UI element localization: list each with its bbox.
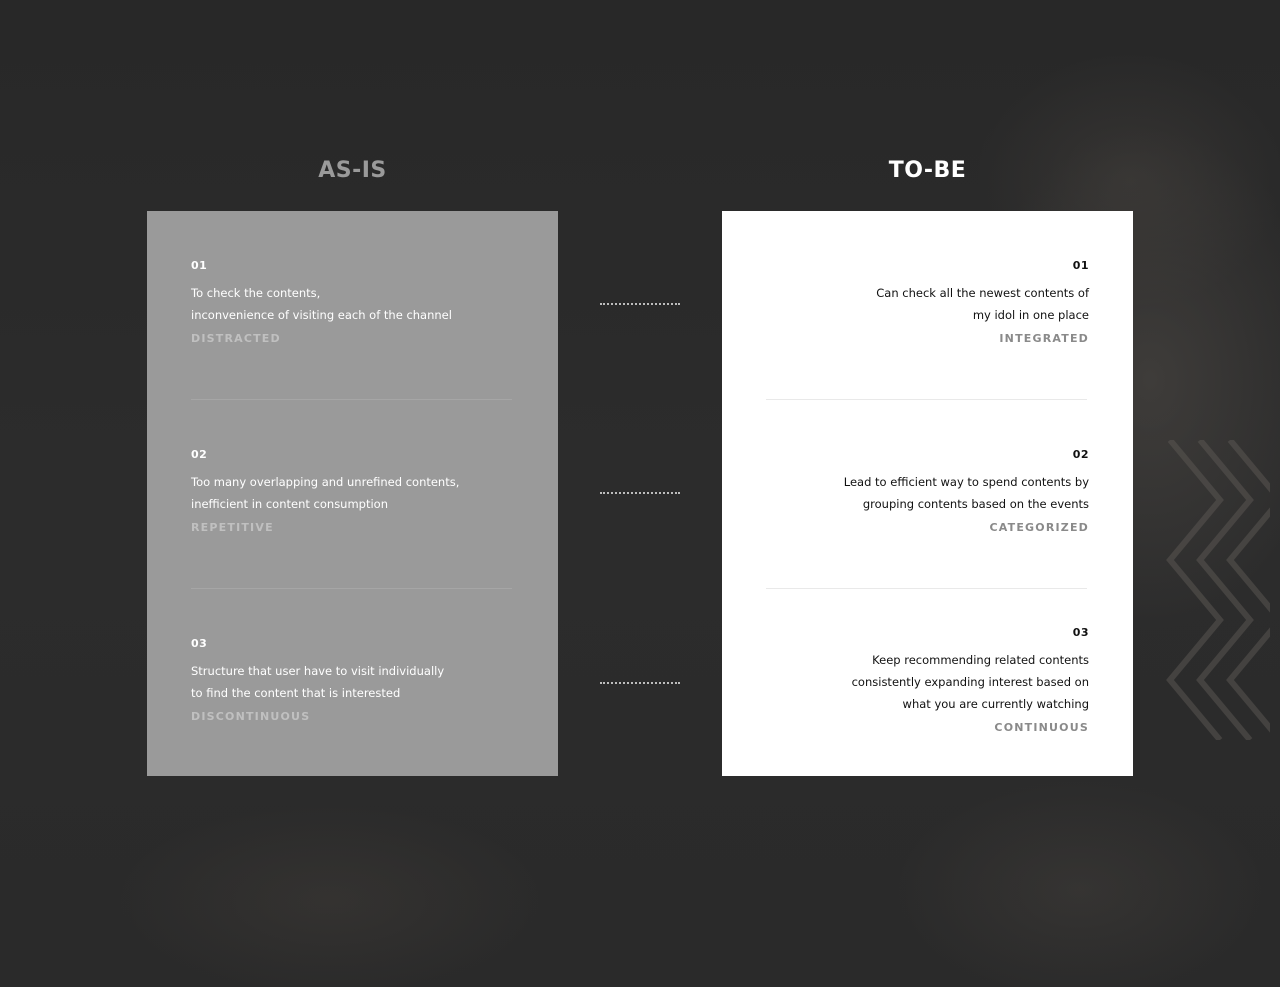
item-number: 01 — [1072, 259, 1089, 272]
item-description: Too many overlapping and unrefined conte… — [191, 475, 460, 511]
item-description: Keep recommending related contents consi… — [851, 653, 1089, 711]
as-is-card: 01 To check the contents, inconvenience … — [147, 211, 558, 776]
as-is-heading: AS-IS — [318, 158, 387, 183]
connector-dots-2 — [600, 492, 680, 494]
connector-dots-1 — [600, 303, 680, 305]
divider — [766, 588, 1087, 589]
item-description: Can check all the newest contents of my … — [876, 286, 1089, 322]
item-description: Lead to efficient way to spend contents … — [843, 475, 1089, 511]
item-tag: DISTRACTED — [191, 332, 281, 345]
connector-dots-3 — [600, 682, 680, 684]
to-be-card: 01 Can check all the newest contents of … — [722, 211, 1133, 776]
item-description: To check the contents, inconvenience of … — [191, 286, 452, 322]
to-be-item-2: 02 Lead to efficient way to spend conten… — [766, 448, 1089, 537]
item-tag: CONTINUOUS — [994, 721, 1089, 734]
as-is-item-1: 01 To check the contents, inconvenience … — [191, 259, 514, 348]
item-number: 03 — [1072, 626, 1089, 639]
to-be-item-3: 03 Keep recommending related contents co… — [766, 626, 1089, 737]
divider — [191, 588, 512, 589]
item-tag: INTEGRATED — [999, 332, 1089, 345]
item-tag: REPETITIVE — [191, 521, 274, 534]
divider — [766, 399, 1087, 400]
item-number: 02 — [191, 448, 208, 461]
to-be-item-1: 01 Can check all the newest contents of … — [766, 259, 1089, 348]
item-number: 01 — [191, 259, 208, 272]
as-is-item-3: 03 Structure that user have to visit ind… — [191, 637, 514, 726]
item-number: 03 — [191, 637, 208, 650]
as-is-item-2: 02 Too many overlapping and unrefined co… — [191, 448, 514, 537]
item-number: 02 — [1072, 448, 1089, 461]
background-shirt-pattern — [1166, 440, 1270, 740]
divider — [191, 399, 512, 400]
to-be-heading: TO-BE — [888, 158, 967, 183]
item-description: Structure that user have to visit indivi… — [191, 664, 445, 700]
item-tag: DISCONTINUOUS — [191, 710, 311, 723]
item-tag: CATEGORIZED — [989, 521, 1089, 534]
